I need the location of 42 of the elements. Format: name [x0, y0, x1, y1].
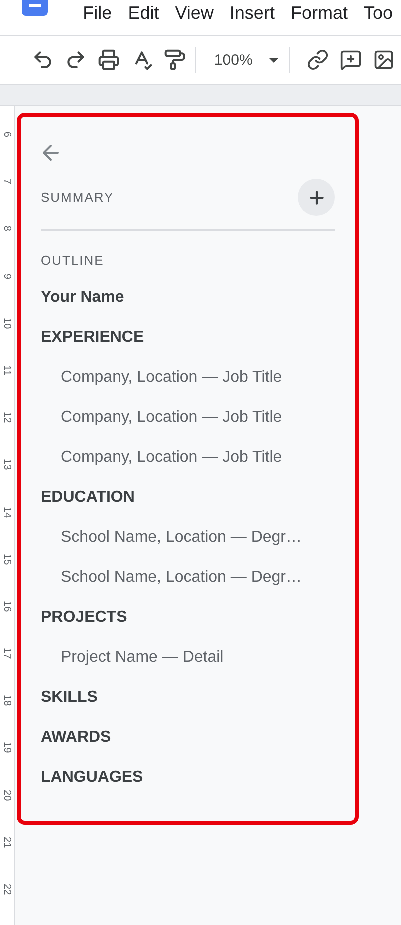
- summary-label: SUMMARY: [41, 190, 114, 205]
- ruler-number: 9: [0, 272, 14, 281]
- outline-heading[interactable]: PROJECTS: [41, 598, 128, 638]
- outline-subheading[interactable]: Company, Location — Job Title: [41, 358, 282, 398]
- app-logo-icon[interactable]: [22, 0, 48, 16]
- outline-label: OUTLINE: [41, 253, 106, 268]
- outline-heading[interactable]: AWARDS: [41, 718, 112, 758]
- outline-subheading[interactable]: School Name, Location — Degr…: [41, 558, 302, 598]
- ruler-number: 16: [0, 600, 14, 614]
- ruler-number: 17: [0, 647, 14, 661]
- ruler-number: 14: [0, 506, 14, 520]
- outline-subheading[interactable]: Company, Location — Job Title: [41, 398, 282, 438]
- ruler-number: 21: [0, 836, 14, 850]
- ruler-number: 10: [0, 316, 14, 330]
- menu-item[interactable]: Insert: [222, 3, 283, 24]
- add-summary-button[interactable]: [298, 179, 335, 216]
- menu-item[interactable]: Format: [282, 3, 356, 24]
- ruler-number: 8: [0, 225, 14, 234]
- menu-item[interactable]: File: [75, 3, 120, 24]
- outline-subheading[interactable]: Project Name — Detail: [41, 638, 224, 678]
- outline-subheading[interactable]: Company, Location — Job Title: [41, 438, 282, 478]
- ruler-number: 20: [0, 788, 14, 802]
- ruler-number: 12: [0, 411, 14, 425]
- ruler-number: 6: [0, 130, 14, 140]
- ruler-number: 13: [0, 458, 14, 472]
- ruler-number: 7: [0, 178, 14, 187]
- outline-heading[interactable]: LANGUAGES: [41, 758, 144, 798]
- outline-heading[interactable]: SKILLS: [41, 678, 98, 718]
- zoom-dropdown[interactable]: 100%: [208, 52, 285, 68]
- caret-icon: [268, 58, 279, 62]
- menu-item[interactable]: View: [167, 3, 222, 24]
- menu-item[interactable]: Edit: [120, 3, 168, 24]
- ruler-number: 22: [0, 883, 14, 897]
- ruler-number: 18: [0, 694, 14, 708]
- outline-heading[interactable]: EXPERIENCE: [41, 318, 144, 358]
- ruler-number: 11: [0, 364, 14, 378]
- outline-subheading[interactable]: School Name, Location — Degr…: [41, 518, 302, 558]
- ruler-number: 19: [0, 741, 14, 756]
- outline-heading[interactable]: Your Name: [41, 278, 124, 318]
- menu-item[interactable]: Too: [356, 3, 401, 24]
- ruler-number: 15: [0, 552, 14, 566]
- outline-heading[interactable]: EDUCATION: [41, 478, 135, 518]
